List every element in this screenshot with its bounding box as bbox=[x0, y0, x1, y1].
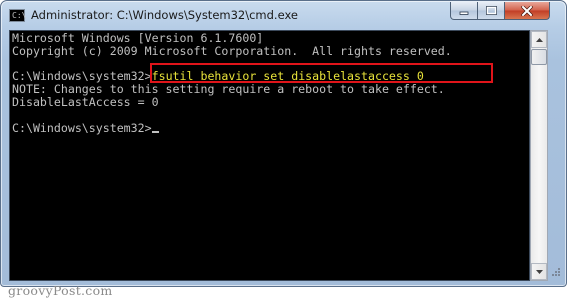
watermark: groovyPost.com bbox=[8, 283, 113, 298]
minimize-icon bbox=[459, 11, 469, 15]
console-line: DisableLastAccess = 0 bbox=[12, 94, 159, 109]
close-button[interactable] bbox=[505, 2, 550, 20]
text-cursor bbox=[151, 131, 159, 134]
minimize-button[interactable] bbox=[450, 2, 478, 20]
arrow-up-icon bbox=[535, 37, 543, 42]
cmd-window: C:\ Administrator: C:\Windows\System32\c… bbox=[0, 0, 567, 287]
vertical-scrollbar[interactable] bbox=[530, 30, 548, 281]
console-prompt: C:\Windows\system32> bbox=[12, 120, 152, 135]
console-line: Microsoft Windows [Version 6.1.7600] bbox=[12, 31, 264, 45]
console-line: C:\Windows\system32> bbox=[12, 120, 452, 135]
scroll-thumb[interactable] bbox=[531, 49, 547, 65]
title-bar[interactable]: C:\ Administrator: C:\Windows\System32\c… bbox=[1, 1, 566, 29]
scroll-up-button[interactable] bbox=[531, 31, 547, 48]
cmd-icon[interactable]: C:\ bbox=[9, 9, 26, 22]
console-line: Copyright (c) 2009 Microsoft Corporation… bbox=[12, 43, 452, 58]
maximize-button[interactable] bbox=[478, 2, 505, 20]
window-title: Administrator: C:\Windows\System32\cmd.e… bbox=[31, 8, 298, 22]
maximize-icon bbox=[485, 6, 497, 15]
resize-grip-icon[interactable] bbox=[548, 266, 562, 280]
arrow-down-icon bbox=[535, 269, 543, 274]
close-icon bbox=[521, 5, 533, 16]
scroll-down-button[interactable] bbox=[531, 263, 547, 280]
console-text: Microsoft Windows [Version 6.1.7600] Copy… bbox=[12, 32, 452, 134]
console-output[interactable]: Microsoft Windows [Version 6.1.7600] Copy… bbox=[9, 30, 530, 281]
